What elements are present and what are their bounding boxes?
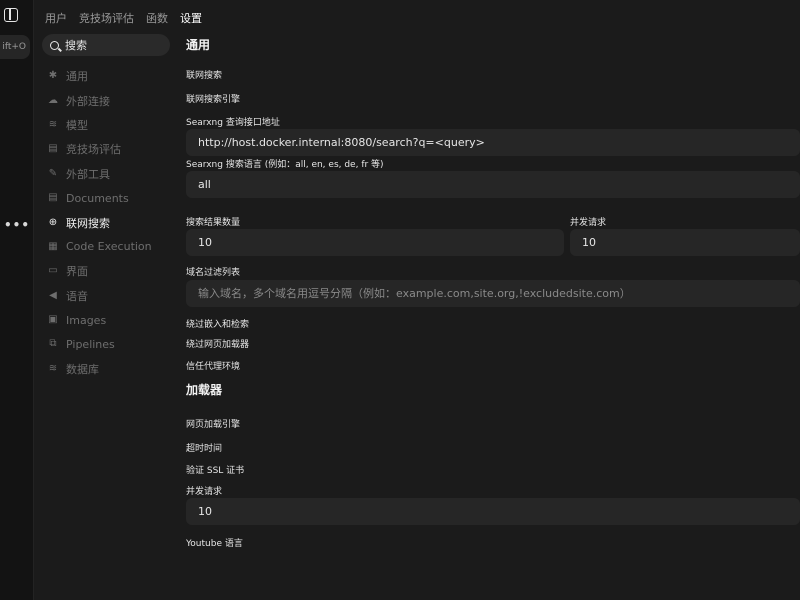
search-input[interactable] xyxy=(65,38,160,52)
loader-concurrent-label: 并发请求 xyxy=(186,487,223,497)
sidebar-item-label: 竞技场评估 xyxy=(66,143,121,157)
sidebar-item-label: 模型 xyxy=(66,118,88,132)
left-rail: ift+O ••• xyxy=(0,0,34,600)
sidebar-item-tools[interactable]: ✎ 外部工具 xyxy=(48,162,152,186)
web-loader-engine-label: 网页加载引擎 xyxy=(186,420,241,430)
more-icon[interactable]: ••• xyxy=(4,218,30,232)
image-icon: ▣ xyxy=(48,314,58,326)
pipeline-icon: ⧉ xyxy=(49,338,57,350)
sidebar-item-label: 联网搜索 xyxy=(66,216,110,230)
domain-filter-input[interactable]: 输入域名，多个域名用逗号分隔（例如：example.com,site.org,!… xyxy=(186,280,800,307)
sidebar-item-images[interactable]: ▣ Images xyxy=(48,308,152,332)
sidebar-toggle-icon[interactable] xyxy=(4,8,18,22)
document-icon: ▤ xyxy=(48,143,58,155)
settings-sidebar: ✱ 通用 ☁ 外部连接 ≋ 模型 ▤ 竞技场评估 ✎ 外部工具 ▤ Docume… xyxy=(48,64,152,381)
sidebar-item-web-search[interactable]: ⊕ 联网搜索 xyxy=(48,210,152,234)
web-search-label: 联网搜索 xyxy=(186,71,223,81)
tab-functions[interactable]: 函数 xyxy=(146,10,168,26)
sidebar-item-label: Pipelines xyxy=(66,337,115,351)
bypass-embedding-label: 绕过嵌入和检索 xyxy=(186,320,250,330)
globe-icon: ⊕ xyxy=(48,216,58,228)
trust-proxy-label: 信任代理环境 xyxy=(186,362,241,372)
section-title-loader: 加载器 xyxy=(186,383,223,397)
gear-icon: ✱ xyxy=(48,70,58,82)
speaker-icon: ◀ xyxy=(49,289,57,301)
sidebar-item-label: Images xyxy=(66,313,107,327)
sidebar-item-audio[interactable]: ◀ 语音 xyxy=(48,284,152,308)
searxng-url-input[interactable]: http://host.docker.internal:8080/search?… xyxy=(186,129,800,156)
sidebar-item-documents[interactable]: ▤ Documents xyxy=(48,186,152,210)
section-title-general: 通用 xyxy=(186,38,211,52)
tab-users[interactable]: 用户 xyxy=(45,10,67,26)
youtube-language-label: Youtube 语言 xyxy=(186,539,243,549)
database-icon: ≋ xyxy=(48,118,58,130)
code-icon: ▦ xyxy=(48,240,58,252)
database-icon: ≋ xyxy=(48,362,58,374)
sidebar-item-connections[interactable]: ☁ 外部连接 xyxy=(48,88,152,112)
tab-settings[interactable]: 设置 xyxy=(180,10,202,26)
shortcut-hint: ift+O xyxy=(0,35,30,59)
concurrent-requests-input[interactable]: 10 xyxy=(570,229,800,256)
verify-ssl-label: 验证 SSL 证书 xyxy=(186,466,245,476)
searxng-language-label: Searxng 搜索语言 (例如：all, en, es, de, fr 等) xyxy=(186,160,384,170)
wrench-icon: ✎ xyxy=(48,167,58,179)
sidebar-item-label: Documents xyxy=(66,191,129,205)
cloud-icon: ☁ xyxy=(48,94,58,106)
sidebar-item-label: 界面 xyxy=(66,265,88,279)
sidebar-item-models[interactable]: ≋ 模型 xyxy=(48,113,152,137)
sidebar-item-interface[interactable]: ▭ 界面 xyxy=(48,259,152,283)
sidebar-item-general[interactable]: ✱ 通用 xyxy=(48,64,152,88)
sidebar-item-label: 外部连接 xyxy=(66,94,110,108)
sidebar-item-code-execution[interactable]: ▦ Code Execution xyxy=(48,235,152,259)
search-box[interactable] xyxy=(42,34,170,56)
bypass-web-loader-label: 绕过网页加载器 xyxy=(186,340,250,350)
web-search-engine-label: 联网搜索引擎 xyxy=(186,95,241,105)
top-tabs: 用户 竞技场评估 函数 设置 xyxy=(45,10,202,26)
document-icon: ▤ xyxy=(48,192,58,204)
sidebar-item-label: 外部工具 xyxy=(66,167,110,181)
search-icon xyxy=(50,40,59,50)
loader-concurrent-input[interactable]: 10 xyxy=(186,498,800,525)
sidebar-item-arena[interactable]: ▤ 竞技场评估 xyxy=(48,137,152,161)
sidebar-item-label: Code Execution xyxy=(66,240,152,254)
domain-filter-label: 域名过滤列表 xyxy=(186,268,241,278)
sidebar-item-database[interactable]: ≋ 数据库 xyxy=(48,357,152,381)
result-count-input[interactable]: 10 xyxy=(186,229,564,256)
result-count-label: 搜索结果数量 xyxy=(186,218,241,228)
tab-arena[interactable]: 竞技场评估 xyxy=(79,10,134,26)
searxng-language-input[interactable]: all xyxy=(186,171,800,198)
sidebar-item-label: 数据库 xyxy=(66,362,99,376)
sidebar-item-label: 通用 xyxy=(66,70,88,84)
sidebar-item-label: 语音 xyxy=(66,289,88,303)
concurrent-requests-label: 并发请求 xyxy=(570,218,607,228)
timeout-label: 超时时间 xyxy=(186,444,223,454)
searxng-url-label: Searxng 查询接口地址 xyxy=(186,118,280,128)
sidebar-item-pipelines[interactable]: ⧉ Pipelines xyxy=(48,332,152,356)
monitor-icon: ▭ xyxy=(48,265,58,277)
